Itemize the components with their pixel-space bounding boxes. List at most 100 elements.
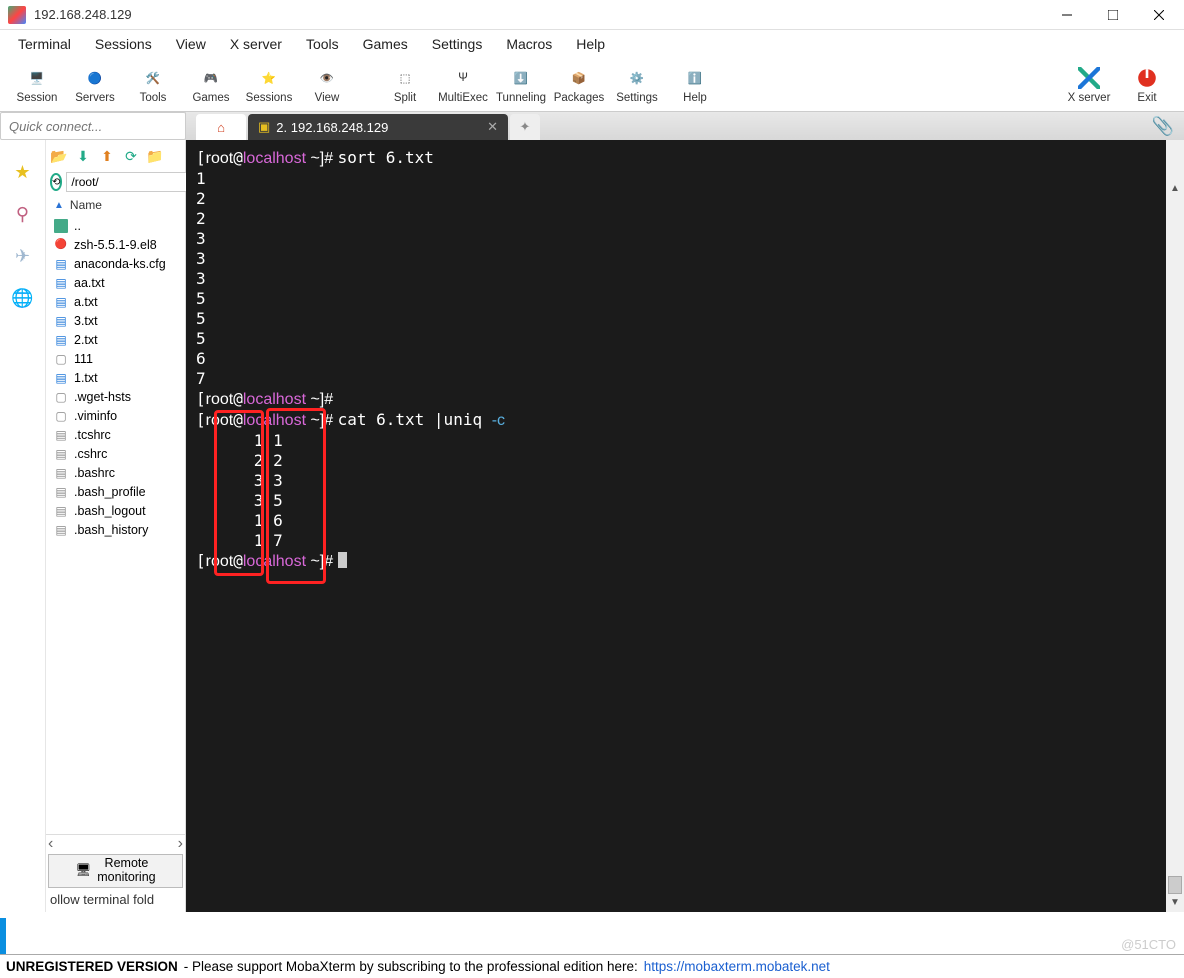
menubar: Terminal Sessions View X server Tools Ga… (0, 30, 1184, 58)
menu-macros[interactable]: Macros (494, 32, 564, 56)
file-row[interactable]: aa.txt (46, 273, 185, 292)
scroll-up-icon[interactable]: ▲ (1166, 180, 1184, 198)
file-row[interactable]: .bashrc (46, 463, 185, 482)
toolbar-sessions[interactable]: ⭐Sessions (240, 66, 298, 104)
file-name: .cshrc (74, 447, 107, 461)
toolbar-packages[interactable]: 📦Packages (550, 66, 608, 104)
toolbar-exit[interactable]: Exit (1118, 66, 1176, 104)
home-icon: ⌂ (217, 120, 225, 135)
menu-games[interactable]: Games (351, 32, 420, 56)
terminal[interactable]: [root@localhost ~]# sort 6.txt 1 2 2 3 3… (186, 140, 1184, 912)
toolbar-split[interactable]: ⬚Split (376, 66, 434, 104)
file-list[interactable]: .. 🔴zsh-5.5.1-9.el8 anaconda-ks.cfg aa.txt a… (46, 216, 185, 834)
globe-icon[interactable]: 🌐 (11, 286, 35, 310)
menu-tools[interactable]: Tools (294, 32, 351, 56)
toolbar-multiexec[interactable]: ΨMultiExec (434, 66, 492, 104)
file-row[interactable]: .bash_profile (46, 482, 185, 501)
star-icon[interactable]: ★ (11, 160, 35, 184)
download-icon[interactable]: ⬇ (74, 147, 92, 165)
file-name: .bash_logout (74, 504, 146, 518)
file-icon (54, 409, 68, 423)
quick-connect-input[interactable] (0, 112, 186, 140)
window-title: 192.168.248.129 (34, 7, 1044, 22)
toolbar-servers[interactable]: 🔵Servers (66, 66, 124, 104)
file-row[interactable]: anaconda-ks.cfg (46, 254, 185, 273)
status-link[interactable]: https://mobaxterm.mobatek.net (644, 959, 830, 974)
sftp-toolbar: 📂 ⬇ ⬆ ⟳ 📁 (46, 142, 185, 170)
filelist-header[interactable]: ▲ Name (46, 194, 185, 216)
sidebar-scrollbar[interactable]: ‹› (46, 834, 185, 852)
file-name: .bash_profile (74, 485, 146, 499)
scroll-down-icon[interactable]: ▼ (1166, 894, 1184, 912)
monitor-icon: 🖥 (75, 864, 91, 878)
watermark: @51CTO (1121, 937, 1176, 952)
toolbar-settings[interactable]: ⚙️Settings (608, 66, 666, 104)
file-name: anaconda-ks.cfg (74, 257, 166, 271)
file-icon (54, 371, 68, 385)
scroll-thumb[interactable] (1168, 876, 1182, 894)
menu-xserver[interactable]: X server (218, 32, 294, 56)
highlight-box-1 (214, 410, 264, 576)
plane-icon[interactable]: ✈ (11, 244, 35, 268)
file-icon (54, 276, 68, 290)
menu-sessions[interactable]: Sessions (83, 32, 164, 56)
file-row[interactable]: .cshrc (46, 444, 185, 463)
toolbar-help[interactable]: ℹ️Help (666, 66, 724, 104)
paperclip-icon[interactable]: 📎 (1152, 116, 1174, 137)
file-icon (54, 428, 68, 442)
terminal-icon: ▣ (258, 119, 270, 135)
wand-icon[interactable]: ⚲ (11, 202, 35, 226)
file-row[interactable]: .bash_history (46, 520, 185, 539)
upload-icon[interactable]: ⬆ (98, 147, 116, 165)
toolbar-view[interactable]: 👁️View (298, 66, 356, 104)
file-name: .. (74, 219, 81, 233)
menu-view[interactable]: View (164, 32, 218, 56)
close-button[interactable] (1136, 0, 1182, 30)
tools-icon: 🛠️ (141, 66, 165, 90)
menu-help[interactable]: Help (564, 32, 617, 56)
file-icon (54, 295, 68, 309)
xserver-icon (1077, 66, 1101, 90)
file-row[interactable]: .. (46, 216, 185, 235)
file-row[interactable]: 111 (46, 349, 185, 368)
path-nav-icon[interactable]: ⟲ (50, 173, 62, 191)
file-name: 3.txt (74, 314, 98, 328)
refresh-icon[interactable]: ⟳ (122, 147, 140, 165)
multiexec-icon: Ψ (451, 66, 475, 90)
file-row[interactable]: .wget-hsts (46, 387, 185, 406)
tab-home[interactable]: ⌂ (196, 114, 246, 140)
maximize-button[interactable] (1090, 0, 1136, 30)
file-name: zsh-5.5.1-9.el8 (74, 238, 157, 252)
tab-close-icon[interactable]: ✕ (487, 119, 498, 135)
menu-terminal[interactable]: Terminal (6, 32, 83, 56)
file-row[interactable]: .viminfo (46, 406, 185, 425)
newfolder-icon[interactable]: 📁 (146, 147, 164, 165)
file-icon (54, 523, 68, 537)
file-row[interactable]: 2.txt (46, 330, 185, 349)
file-row[interactable]: 3.txt (46, 311, 185, 330)
folder-open-icon[interactable]: 📂 (50, 147, 68, 165)
file-row[interactable]: .bash_logout (46, 501, 185, 520)
app-logo-icon (8, 6, 26, 24)
tab-new[interactable]: ✦ (510, 114, 540, 140)
file-name: a.txt (74, 295, 98, 309)
exit-icon (1135, 66, 1159, 90)
file-icon (54, 219, 68, 233)
toolbar-tools[interactable]: 🛠️Tools (124, 66, 182, 104)
minimize-button[interactable] (1044, 0, 1090, 30)
toolbar-xserver[interactable]: X server (1060, 66, 1118, 104)
file-row[interactable]: 🔴zsh-5.5.1-9.el8 (46, 235, 185, 254)
path-row: ⟲ (46, 170, 185, 194)
menu-settings[interactable]: Settings (420, 32, 495, 56)
terminal-scrollbar[interactable]: ▲ ▼ (1166, 140, 1184, 912)
tab-label: 2. 192.168.248.129 (276, 120, 388, 135)
file-row[interactable]: .tcshrc (46, 425, 185, 444)
file-row[interactable]: a.txt (46, 292, 185, 311)
toolbar-session[interactable]: 🖥️Session (8, 66, 66, 104)
toolbar-tunneling[interactable]: ⬇️Tunneling (492, 66, 550, 104)
toolbar-games[interactable]: 🎮Games (182, 66, 240, 104)
sessions-star-icon: ⭐ (257, 66, 281, 90)
file-row[interactable]: 1.txt (46, 368, 185, 387)
remote-monitoring-button[interactable]: 🖥 Remotemonitoring (48, 854, 183, 888)
tab-session-active[interactable]: ▣ 2. 192.168.248.129 ✕ (248, 114, 508, 140)
